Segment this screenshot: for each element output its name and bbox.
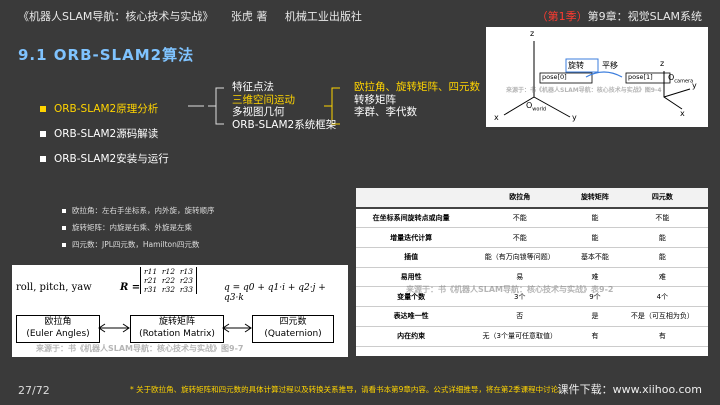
chapter-label: 第9章：视觉SLAM系统 — [587, 10, 702, 23]
topic-framework: ORB-SLAM2系统框架 — [232, 118, 337, 131]
menu-item-label: ORB-SLAM2安装与运行 — [54, 153, 169, 165]
page-title: 9.1 ORB-SLAM2算法 — [18, 46, 195, 64]
table-source: 来源于：书《机器人SLAM导航：核心技术与实战》表9-2 — [406, 285, 614, 294]
bullet-icon — [40, 105, 46, 112]
table-row: 插值 能（有万向锁等问题） 基本不能能 — [356, 247, 708, 268]
pose1-label: pose[1] — [628, 73, 653, 81]
menu-item-install[interactable]: ORB-SLAM2安装与运行 — [40, 151, 169, 166]
bullet-icon — [40, 155, 46, 162]
table-row: 内在约束 无（3个量可任意取值）有有 — [356, 326, 708, 347]
pose0-label: pose[0] — [542, 73, 567, 81]
formula-source: 来源于：书《机器人SLAM导航：核心技术与实战》图9-7 — [36, 344, 244, 353]
menu-item-source[interactable]: ORB-SLAM2源码解读 — [40, 126, 158, 141]
coordinate-diagram: 旋转 平移 pose[0] pose[1] z x y z x y Oworld… — [486, 27, 708, 127]
season-label: （第1季） — [536, 10, 588, 23]
rotate-label: 旋转 — [568, 61, 584, 70]
diagram-source: 来源于：书《机器人SLAM导航：核心技术与实战》图9-4 — [506, 87, 662, 94]
topic-transfer-matrix: 转移矩阵 — [354, 93, 396, 106]
note-quaternion: 四元数：JPL四元数，Hamilton四元数 — [62, 239, 199, 250]
axis-z-world: z — [530, 29, 535, 38]
table-row: 表达唯一性否是不是（可互相为负） — [356, 306, 708, 327]
topic-rotation-repr: 欧拉角、旋转矩阵、四元数 — [354, 81, 480, 93]
menu-item-principle[interactable]: ORB-SLAM2原理分析 — [40, 101, 158, 116]
comparison-table: 欧拉角 旋转矩阵 四元数 在坐标系间旋转点或向量 不能能不能 增量迭代计算 不能能能 插… — [356, 188, 708, 347]
footer-note: * 关于欧拉角、旋转矩阵和四元数的具体计算过程以及转换关系推导，请看书本第9章内… — [130, 385, 566, 394]
bullet-icon — [40, 130, 46, 137]
topic-3d-motion: 三维空间运动 — [232, 93, 295, 106]
download-link[interactable]: 课件下载：www.xiihoo.com — [558, 381, 702, 397]
topic-lie: 李群、李代数 — [354, 106, 417, 118]
note-euler: 欧拉角：左右手坐标系，内外旋，旋转顺序 — [62, 205, 215, 216]
axis-x-camera: x — [680, 109, 685, 118]
topic-feature-points: 特征点法 — [232, 81, 274, 93]
translate-label: 平移 — [602, 61, 618, 70]
book-title: 《机器人SLAM导航：核心技术与实战》 — [18, 10, 214, 23]
table-header-row: 欧拉角 旋转矩阵 四元数 — [356, 188, 708, 209]
menu-item-label: ORB-SLAM2源码解读 — [54, 128, 159, 140]
author: 张虎 著 — [230, 10, 268, 23]
header-right: （第1季）第9章：视觉SLAM系统 — [537, 8, 702, 24]
comparison-table-panel: 欧拉角 旋转矩阵 四元数 在坐标系间旋转点或向量 不能能不能 增量迭代计算 不能能能 插… — [356, 188, 708, 356]
formula-panel: roll, pitch, yaw R = r11 r12 r13 r21 r22… — [12, 265, 348, 357]
page-number: 27/72 — [18, 384, 50, 397]
table-row: 在坐标系间旋转点或向量 不能能不能 — [356, 207, 708, 229]
axis-x-world: x — [494, 113, 499, 122]
menu-item-label: ORB-SLAM2原理分析 — [54, 103, 159, 115]
origin-world: Oworld — [526, 101, 547, 113]
origin-camera: Ocamera — [668, 73, 694, 85]
publisher: 机械工业出版社 — [284, 10, 362, 23]
axis-y-world: y — [572, 113, 577, 122]
topic-multiview: 多视图几何 — [232, 106, 285, 118]
note-rotation: 旋转矩阵：内旋是右乘、外旋是左乘 — [62, 222, 192, 233]
table-row: 增量迭代计算 不能能能 — [356, 227, 708, 249]
topics-column-1: 特征点法 三维空间运动 多视图几何 ORB-SLAM2系统框架 — [232, 81, 336, 131]
axis-z-camera: z — [660, 59, 665, 68]
topics-column-2: 欧拉角、旋转矩阵、四元数 转移矩阵 李群、李代数 — [354, 81, 480, 119]
header-left: 《机器人SLAM导航：核心技术与实战》 张虎 著 机械工业出版社 — [18, 8, 362, 24]
